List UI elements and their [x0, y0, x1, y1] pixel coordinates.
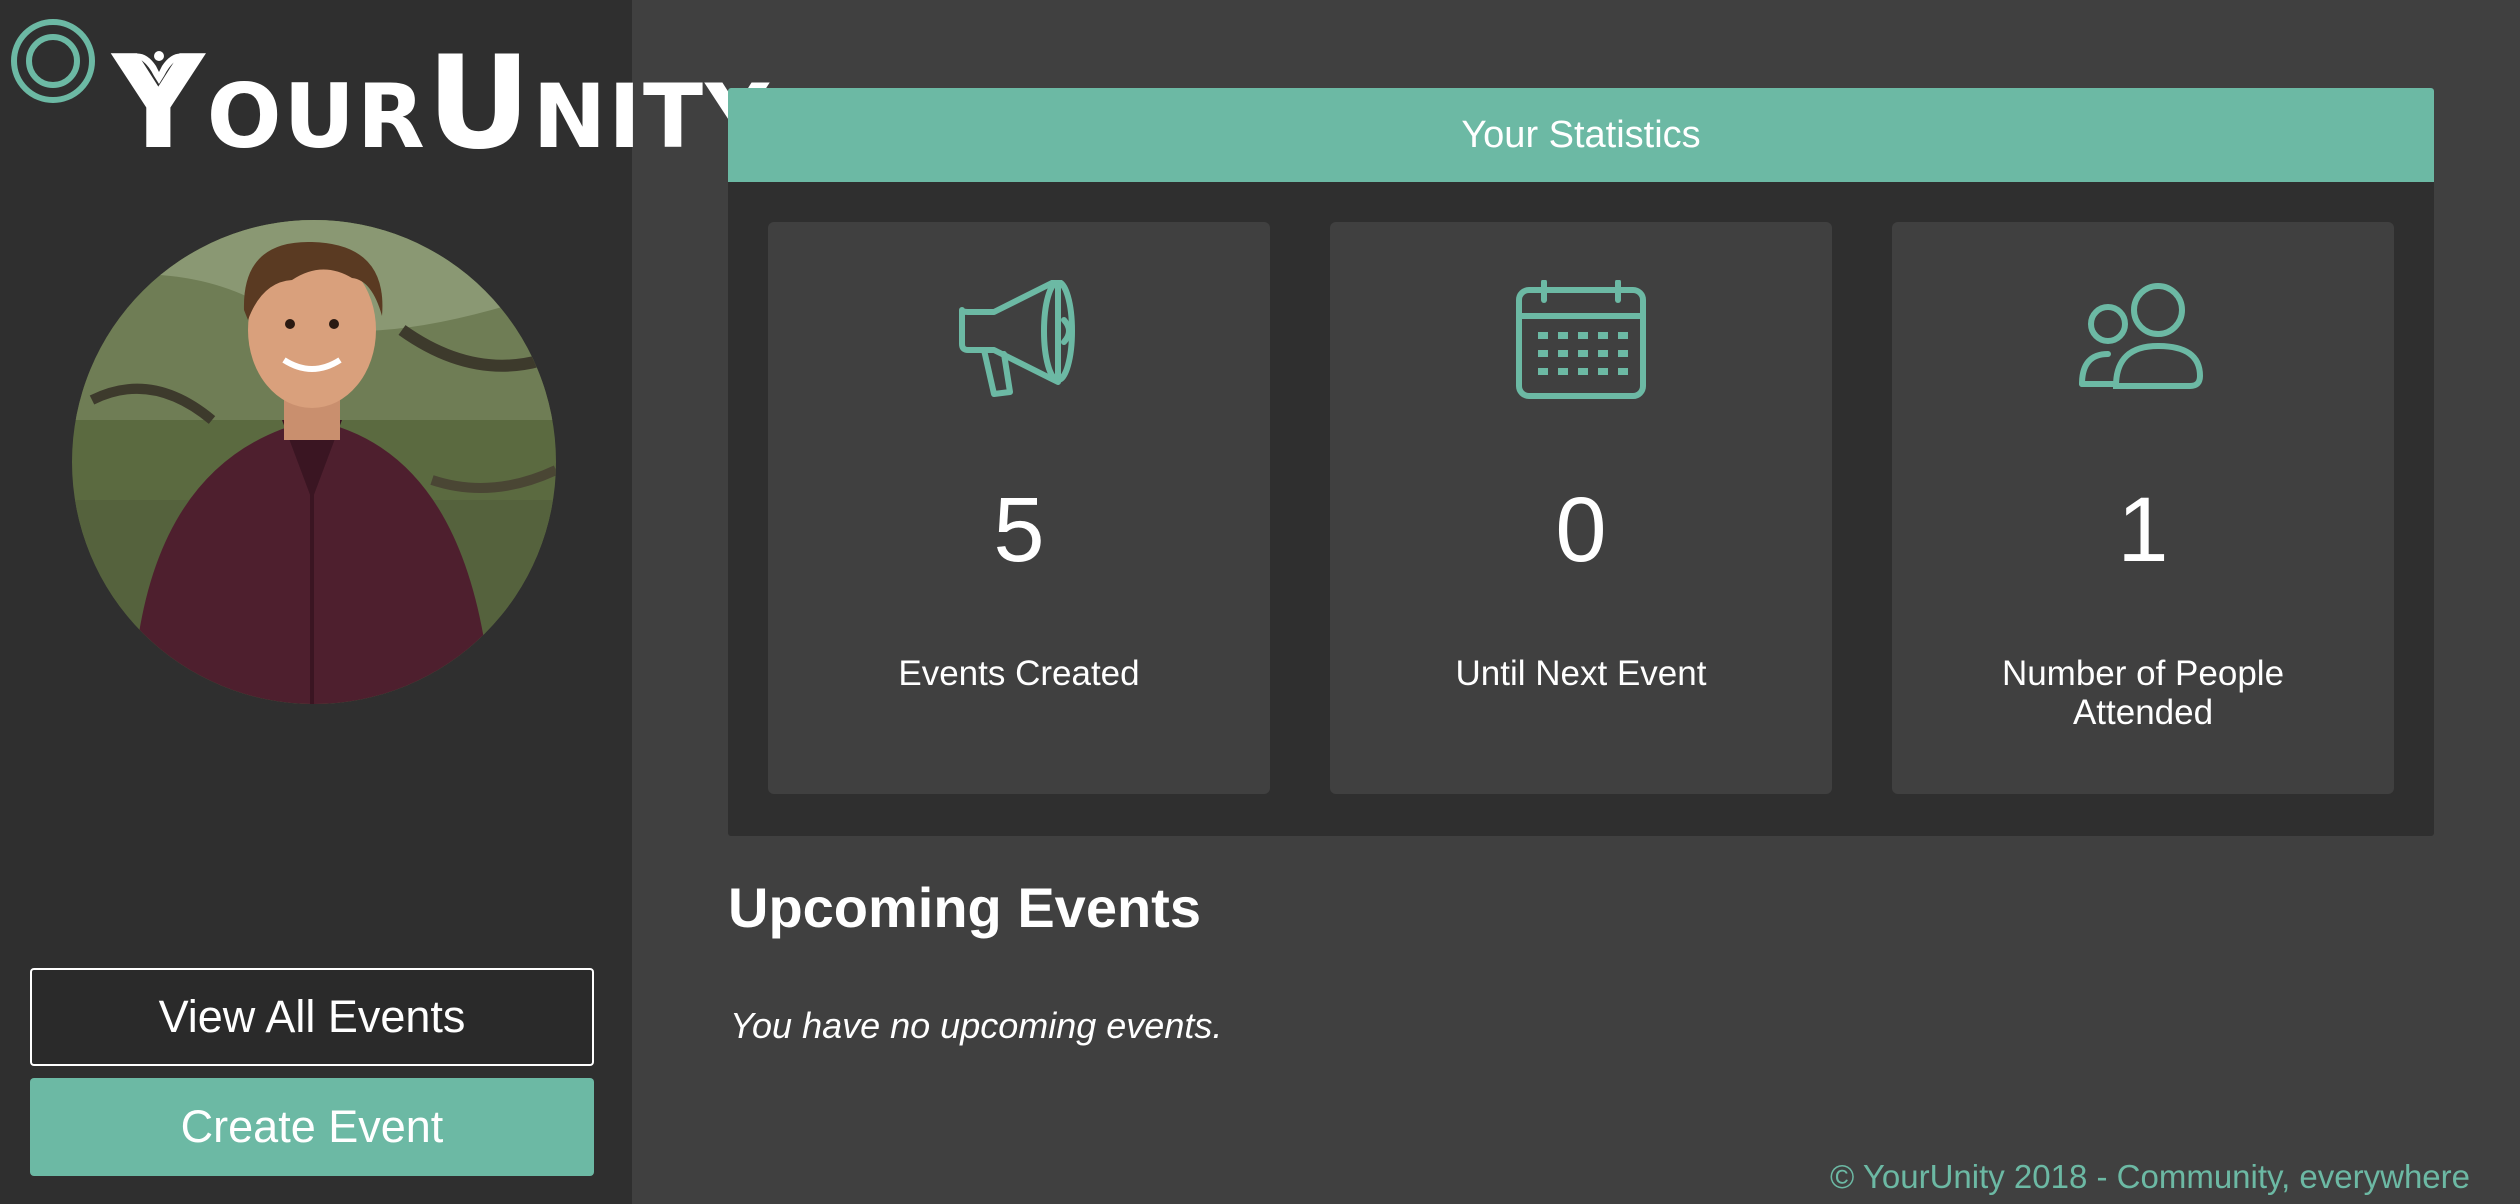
stat-label: Number of People Attended	[2001, 654, 2285, 732]
statistics-panel: Your Statistics 5 Events Created 0 Until…	[728, 88, 2434, 836]
upcoming-events-title: Upcoming Events	[728, 876, 1201, 939]
sidebar: YOURUNITY View All Events Create Event	[0, 0, 769, 1204]
menu-ring-icon[interactable]	[10, 18, 96, 104]
logo-letters-our: OUR	[206, 65, 427, 168]
view-all-events-button[interactable]: View All Events	[30, 968, 594, 1066]
stat-label: Until Next Event	[1455, 654, 1707, 693]
stat-card-until-next-event: 0 Until Next Event	[1330, 222, 1832, 794]
megaphone-icon	[768, 280, 1270, 400]
footer-copyright: © YourUnity 2018 - Community, everywhere	[1830, 1158, 2470, 1195]
profile-avatar	[72, 220, 556, 704]
people-icon	[1892, 280, 2394, 400]
statistics-header: Your Statistics	[728, 88, 2434, 182]
calendar-icon	[1330, 280, 1832, 400]
stat-card-events-created: 5 Events Created	[768, 222, 1270, 794]
stat-value: 1	[2117, 479, 2169, 581]
stat-value: 0	[1555, 479, 1607, 581]
app-logo[interactable]: YOURUNITY	[112, 40, 771, 168]
stat-card-people-attended: 1 Number of People Attended	[1892, 222, 2394, 794]
logo-letter-y: Y	[112, 29, 207, 178]
stat-value: 5	[993, 479, 1045, 581]
create-event-button[interactable]: Create Event	[30, 1078, 594, 1176]
logo-letter-u: U	[426, 29, 533, 178]
upcoming-events-empty-message: You have no upcoming events.	[730, 1005, 1223, 1046]
stat-label: Events Created	[898, 654, 1140, 693]
